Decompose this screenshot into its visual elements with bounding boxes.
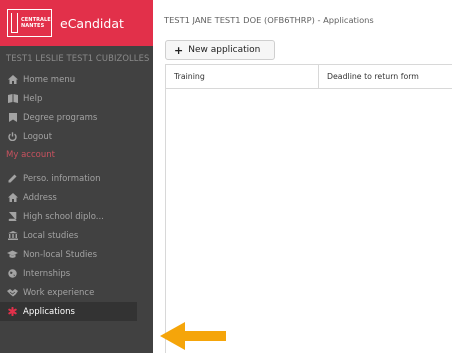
- handshake-icon: [7, 288, 18, 297]
- sidebar-item-label: Work experience: [23, 287, 95, 298]
- sidebar-item-help[interactable]: Help: [0, 89, 153, 108]
- new-application-label: New application: [188, 45, 261, 55]
- logo-line-2: NANTES: [21, 23, 45, 29]
- new-application-button[interactable]: + New application: [165, 40, 275, 60]
- sidebar-item-label: Internships: [23, 268, 71, 279]
- sidebar-item-label: Local studies: [23, 230, 79, 241]
- applications-table: Training Deadline to return form: [165, 64, 452, 353]
- user-name: TEST1 LESLIE TEST1 CUBIZOLLES: [6, 53, 150, 63]
- sidebar-item-perso-information[interactable]: Perso. information: [0, 169, 153, 188]
- centrale-nantes-logo: CENTRALE NANTES: [7, 9, 52, 37]
- sidebar-item-label: Help: [23, 93, 43, 104]
- sidebar-item-label: High school diplo...: [23, 211, 104, 222]
- table-header: Training Deadline to return form: [166, 65, 452, 89]
- sidebar-item-address[interactable]: Address: [0, 188, 153, 207]
- column-header-deadline[interactable]: Deadline to return form: [319, 65, 452, 88]
- app-title: eCandidat: [60, 15, 124, 31]
- main-content: TEST1 JANE TEST1 DOE (OFB6THRP) - Applic…: [153, 0, 452, 353]
- sidebar-item-non-local-studies[interactable]: Non-local Studies: [0, 245, 153, 264]
- sidebar-item-applications[interactable]: Applications: [0, 302, 137, 321]
- home-icon: [7, 193, 18, 202]
- sidebar-item-logout[interactable]: Logout: [0, 127, 153, 146]
- pencil-icon: [7, 174, 18, 183]
- sidebar-item-label: Perso. information: [23, 173, 101, 184]
- globe-icon: [7, 269, 18, 278]
- sidebar-item-local-studies[interactable]: Local studies: [0, 226, 153, 245]
- plus-icon: +: [174, 43, 184, 57]
- sidebar: CENTRALE NANTES eCandidat TEST1 LESLIE T…: [0, 0, 153, 353]
- sidebar-item-label: Degree programs: [23, 112, 98, 123]
- column-header-training[interactable]: Training: [166, 65, 319, 88]
- bank-icon: [7, 231, 18, 240]
- home-icon: [7, 75, 18, 84]
- sidebar-item-label: Home menu: [23, 74, 76, 85]
- book-icon: [7, 212, 18, 221]
- page-title: TEST1 JANE TEST1 DOE (OFB6THRP) - Applic…: [164, 15, 374, 25]
- logo-mark-icon: [11, 13, 18, 33]
- section-label-my-account: My account: [6, 150, 55, 160]
- graduation-cap-icon: [7, 250, 18, 259]
- asterisk-icon: [7, 307, 18, 316]
- sidebar-item-home-menu[interactable]: Home menu: [0, 70, 153, 89]
- power-icon: [7, 132, 18, 141]
- pointer-arrow-icon: [160, 322, 226, 350]
- sidebar-item-label: Address: [23, 192, 57, 203]
- sidebar-item-label: Non-local Studies: [23, 249, 98, 260]
- brand-header[interactable]: CENTRALE NANTES eCandidat: [0, 0, 153, 46]
- sidebar-item-high-school-diploma[interactable]: High school diplo...: [0, 207, 153, 226]
- sidebar-item-label: Logout: [23, 131, 53, 142]
- sidebar-item-label: Applications: [23, 306, 75, 317]
- bookmark-icon: [7, 113, 18, 122]
- book-icon: [7, 94, 18, 103]
- sidebar-item-internships[interactable]: Internships: [0, 264, 153, 283]
- sidebar-item-work-experience[interactable]: Work experience: [0, 283, 153, 302]
- sidebar-item-degree-programs[interactable]: Degree programs: [0, 108, 153, 127]
